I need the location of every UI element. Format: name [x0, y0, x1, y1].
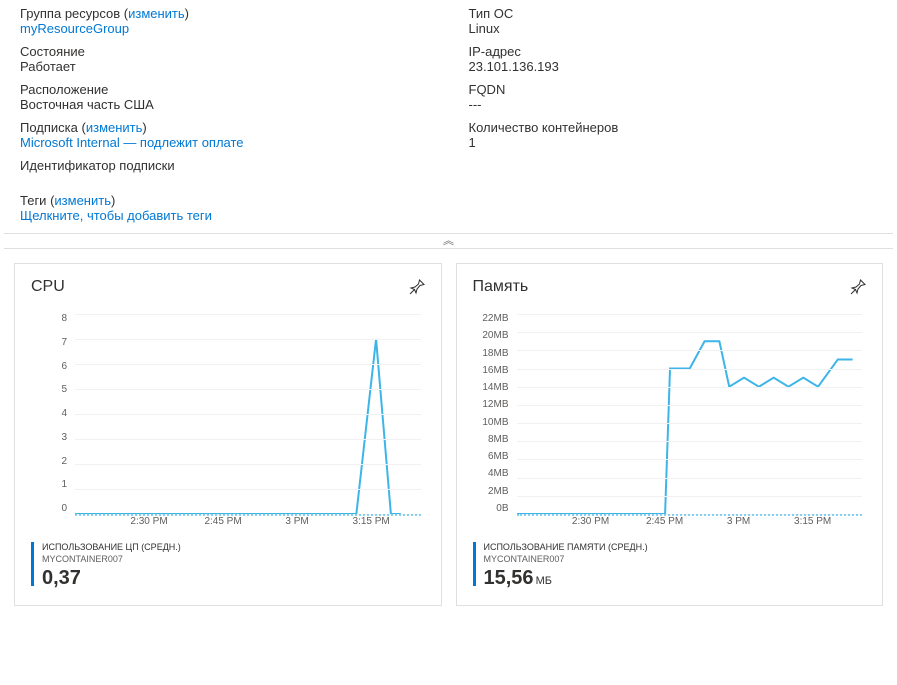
y-tick-label: 20MB: [473, 331, 513, 341]
y-tick-label: 8: [31, 314, 71, 324]
x-tick-label: 3 PM: [727, 516, 750, 527]
cpu-metric-name: ИСПОЛЬЗОВАНИЕ ЦП (СРЕДН.): [42, 542, 181, 554]
property-item: Тип ОСLinux: [469, 6, 878, 36]
add-tags-link[interactable]: Щелкните, чтобы добавить теги: [20, 208, 877, 223]
legend-color-bar: [31, 542, 34, 586]
property-value: Linux: [469, 21, 878, 36]
property-item: Количество контейнеров1: [469, 120, 878, 150]
y-tick-label: 8MB: [473, 435, 513, 445]
x-tick-label: 2:45 PM: [204, 516, 241, 527]
property-item: Подписка (изменить)Microsoft Internal — …: [20, 120, 429, 150]
charts-row: CPU 876543210 2:30 PM2:45 PM3 PM3:15 PM …: [0, 249, 897, 620]
y-tick-label: 7: [31, 338, 71, 348]
property-label: IP-адрес: [469, 44, 878, 59]
memory-chart: 22MB 20MB 18MB 16MB 14MB 12MB 10MB 8MB 6MB 4MB 2MB…: [473, 314, 867, 534]
x-tick-label: 2:30 PM: [572, 516, 609, 527]
y-tick-label: 6MB: [473, 452, 513, 462]
y-tick-label: 22MB: [473, 314, 513, 324]
property-item: РасположениеВосточная часть США: [20, 82, 429, 112]
tags-change-link[interactable]: изменить: [54, 193, 111, 208]
memory-metric-name: ИСПОЛЬЗОВАНИЕ ПАМЯТИ (СРЕДН.): [484, 542, 648, 554]
cpu-chart: 8 7 6 5 4 3 2 1 0 2:30 PM 2:45 PM 3 PM 3:15 PM: [31, 314, 425, 534]
y-tick-label: 5: [31, 385, 71, 395]
tags-row: Теги (изменить) Щелкните, чтобы добавить…: [20, 193, 877, 223]
y-tick-label: 4: [31, 409, 71, 419]
x-tick-label: 3 PM: [285, 516, 308, 527]
y-tick-label: 0B: [473, 504, 513, 514]
memory-x-axis: 2:30 PM 2:45 PM 3 PM 3:15 PM: [517, 516, 863, 534]
x-tick-label: 3:15 PM: [794, 516, 831, 527]
property-item: Идентификатор подписки: [20, 158, 429, 173]
chevron-up-icon: ︽: [443, 235, 454, 247]
y-tick-label: 2MB: [473, 487, 513, 497]
property-value: ---: [469, 97, 878, 112]
property-value: Работает: [20, 59, 429, 74]
property-item: СостояниеРаботает: [20, 44, 429, 74]
property-label: Количество контейнеров: [469, 120, 878, 135]
cpu-card: CPU 876543210 2:30 PM2:45 PM3 PM3:15 PM …: [14, 263, 442, 606]
memory-card: Память 22MB 20MB 18MB 16MB 14MB 12MB 10MB 8MB 6M…: [456, 263, 884, 606]
tags-label: Теги: [20, 193, 46, 208]
y-tick-label: 2: [31, 457, 71, 467]
properties-right-column: Тип ОСLinux IP-адрес23.101.136.193 FQDN---…: [469, 6, 878, 181]
x-tick-label: 2:45 PM: [646, 516, 683, 527]
property-label: Идентификатор подписки: [20, 158, 429, 173]
property-label: FQDN: [469, 82, 878, 97]
y-tick-label: 0: [31, 504, 71, 514]
property-value[interactable]: Microsoft Internal — подлежит оплате: [20, 135, 429, 150]
properties-left-column: Группа ресурсов (изменить)myResourceGrou…: [20, 6, 429, 181]
property-value: Восточная часть США: [20, 97, 429, 112]
property-label: Расположение: [20, 82, 429, 97]
memory-resource-name: MYCONTAINER007: [484, 554, 648, 566]
property-label: Группа ресурсов (изменить): [20, 6, 429, 21]
pin-icon[interactable]: [850, 279, 866, 295]
cpu-x-axis: 2:30 PM 2:45 PM 3 PM 3:15 PM: [75, 516, 421, 534]
y-tick-label: 1: [31, 480, 71, 490]
cpu-card-title: CPU: [31, 278, 65, 296]
pin-icon[interactable]: [409, 279, 425, 295]
change-link[interactable]: изменить: [86, 120, 143, 135]
memory-legend: ИСПОЛЬЗОВАНИЕ ПАМЯТИ (СРЕДН.) MYCONTAINE…: [473, 542, 867, 589]
property-item: FQDN---: [469, 82, 878, 112]
cpu-y-axis: 8 7 6 5 4 3 2 1 0: [31, 314, 71, 514]
y-tick-label: 10MB: [473, 418, 513, 428]
property-label: Состояние: [20, 44, 429, 59]
property-value[interactable]: myResourceGroup: [20, 21, 429, 36]
y-tick-label: 4MB: [473, 469, 513, 479]
y-tick-label: 3: [31, 433, 71, 443]
y-tick-label: 18MB: [473, 349, 513, 359]
y-tick-label: 16MB: [473, 366, 513, 376]
property-item: Группа ресурсов (изменить)myResourceGrou…: [20, 6, 429, 36]
memory-card-title: Память: [473, 278, 529, 296]
memory-plot-area: [517, 314, 863, 514]
property-label: Тип ОС: [469, 6, 878, 21]
collapse-toggle[interactable]: ︽: [4, 233, 893, 249]
memory-y-axis: 22MB 20MB 18MB 16MB 14MB 12MB 10MB 8MB 6MB 4MB 2MB…: [473, 314, 513, 514]
property-label: Подписка (изменить): [20, 120, 429, 135]
y-tick-label: 6: [31, 362, 71, 372]
property-item: IP-адрес23.101.136.193: [469, 44, 878, 74]
overview-panel: Группа ресурсов (изменить)myResourceGrou…: [0, 0, 897, 233]
memory-metric-value: 15,56: [484, 567, 534, 589]
property-value: 1: [469, 135, 878, 150]
change-link[interactable]: изменить: [128, 6, 185, 21]
cpu-legend: ИСПОЛЬЗОВАНИЕ ЦП (СРЕДН.) MYCONTAINER007…: [31, 542, 425, 589]
cpu-resource-name: MYCONTAINER007: [42, 554, 181, 566]
x-tick-label: 3:15 PM: [353, 516, 390, 527]
y-tick-label: 14MB: [473, 383, 513, 393]
legend-color-bar: [473, 542, 476, 586]
cpu-plot-area: [75, 314, 421, 514]
property-value: 23.101.136.193: [469, 59, 878, 74]
x-tick-label: 2:30 PM: [130, 516, 167, 527]
cpu-metric-value: 0,37: [42, 567, 81, 589]
memory-metric-unit: МБ: [536, 575, 552, 587]
y-tick-label: 12MB: [473, 400, 513, 410]
